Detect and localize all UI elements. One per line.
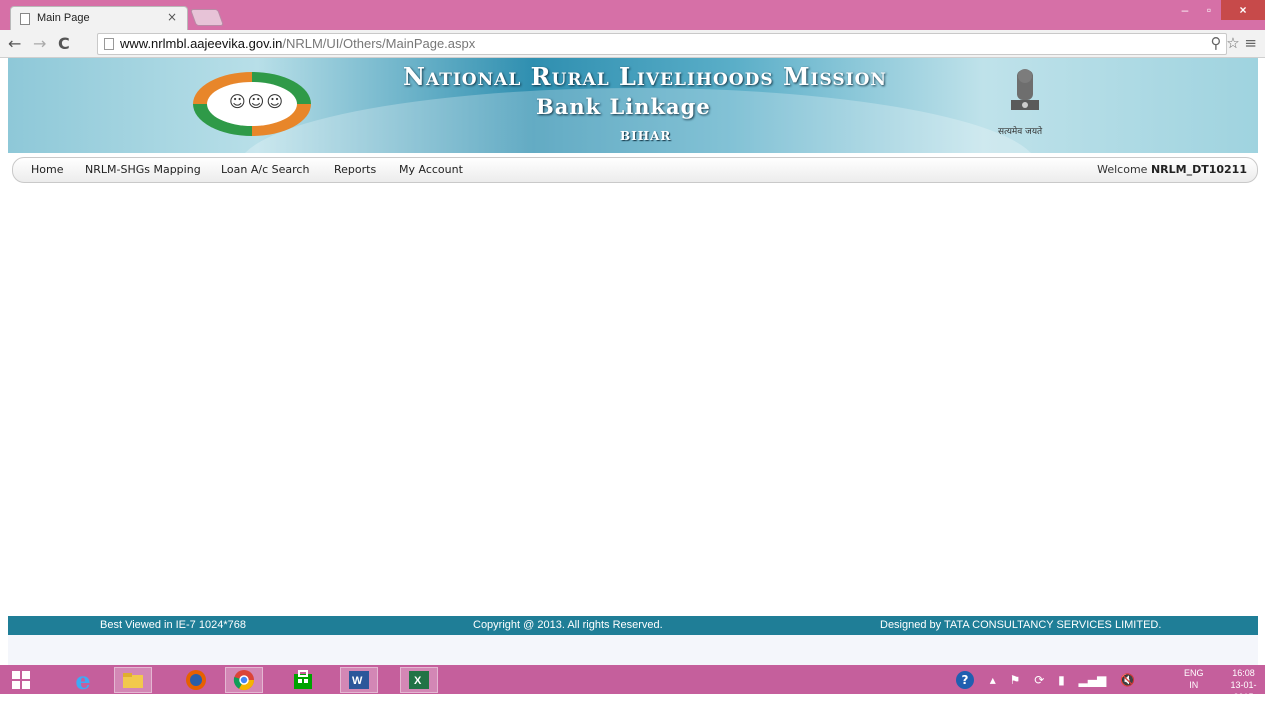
page-icon bbox=[20, 13, 30, 25]
system-tray: ? ▴ ⚑ ⟳ ▮ ▂▄▆ 🔇 bbox=[955, 671, 1135, 689]
browser-menu-icons[interactable]: ⚲ ☆ ≡ bbox=[1210, 34, 1257, 52]
address-text: www.nrlmbl.aajeevika.gov.in/NRLM/UI/Othe… bbox=[120, 36, 475, 51]
banner-subtitle: Bank Linkage bbox=[536, 94, 711, 119]
input-language[interactable]: ENG IN bbox=[1184, 667, 1204, 691]
windows-taskbar: e W X ? ▴ ⚑ ⟳ ▮ ▂▄▆ 🔇 ENG IN 16:08 13-01… bbox=[0, 665, 1265, 702]
clock-date: 13-01-2015 bbox=[1230, 680, 1257, 702]
address-path: /NRLM/UI/Others/MainPage.aspx bbox=[282, 36, 476, 51]
back-icon[interactable]: ← bbox=[8, 34, 21, 53]
footer-designer: Designed by TATA CONSULTANCY SERVICES LI… bbox=[880, 619, 1162, 631]
page-icon bbox=[104, 38, 114, 50]
banner-state: BIHAR bbox=[620, 129, 672, 143]
reload-icon[interactable]: C bbox=[58, 34, 70, 53]
maximize-button[interactable]: ▫ bbox=[1197, 0, 1221, 20]
signal-icon[interactable]: ▂▄▆ bbox=[1079, 673, 1107, 687]
show-hidden-icons-icon[interactable]: ▴ bbox=[990, 673, 996, 687]
welcome-label: Welcome bbox=[1097, 163, 1148, 176]
sync-icon[interactable]: ⟳ bbox=[1034, 673, 1044, 687]
logo-figures-icon: ☺☺☺ bbox=[229, 92, 286, 111]
national-emblem-icon bbox=[1011, 69, 1039, 110]
windows-start-icon[interactable] bbox=[2, 667, 40, 693]
footer-browser-note: Best Viewed in IE-7 1024*768 bbox=[100, 619, 246, 631]
new-tab-button[interactable] bbox=[189, 9, 225, 26]
action-center-flag-icon[interactable]: ⚑ bbox=[1010, 673, 1021, 687]
welcome-text: Welcome NRLM_DT10211 bbox=[1097, 163, 1247, 176]
svg-text:X: X bbox=[414, 675, 422, 687]
menu-nrlm-shgs-mapping[interactable]: NRLM-SHGs Mapping bbox=[85, 163, 201, 176]
help-icon[interactable]: ? bbox=[955, 671, 974, 689]
excel-icon[interactable]: X bbox=[400, 667, 438, 693]
internet-explorer-icon[interactable]: e bbox=[64, 666, 102, 695]
main-menu: Home NRLM-SHGs Mapping Loan A/c Search R… bbox=[12, 157, 1258, 183]
window-controls: – ▫ × bbox=[1173, 0, 1265, 22]
menu-loan-search[interactable]: Loan A/c Search bbox=[221, 163, 309, 176]
volume-muted-icon[interactable]: 🔇 bbox=[1120, 673, 1135, 687]
page-bottom-area bbox=[8, 635, 1258, 665]
menu-reports[interactable]: Reports bbox=[334, 163, 376, 176]
tab-title: Main Page bbox=[37, 12, 90, 24]
network-icon[interactable]: ▮ bbox=[1058, 673, 1065, 687]
forward-icon[interactable]: → bbox=[33, 34, 46, 53]
welcome-user: NRLM_DT10211 bbox=[1150, 163, 1247, 176]
address-host: www.nrlmbl.aajeevika.gov.in bbox=[120, 36, 283, 51]
page-footer: Best Viewed in IE-7 1024*768 Copyright @… bbox=[8, 616, 1258, 635]
lang-region: IN bbox=[1189, 680, 1199, 690]
taskbar-clock[interactable]: 16:08 13-01-2015 bbox=[1222, 667, 1265, 703]
clock-time: 16:08 bbox=[1232, 668, 1255, 678]
browser-titlebar: Main Page × – ▫ × bbox=[0, 0, 1265, 32]
site-banner: ☺☺☺ National Rural Livelihoods Mission B… bbox=[8, 58, 1258, 153]
close-window-button[interactable]: × bbox=[1221, 0, 1265, 20]
browser-toolbar: ← → C www.nrlmbl.aajeevika.gov.in/NRLM/U… bbox=[0, 30, 1265, 58]
address-bar[interactable]: www.nrlmbl.aajeevika.gov.in/NRLM/UI/Othe… bbox=[97, 33, 1227, 55]
file-explorer-icon[interactable] bbox=[114, 667, 152, 693]
menu-home[interactable]: Home bbox=[31, 163, 63, 176]
minimize-button[interactable]: – bbox=[1173, 0, 1197, 20]
browser-tab[interactable]: Main Page × bbox=[10, 6, 188, 32]
footer-copyright: Copyright @ 2013. All rights Reserved. bbox=[473, 619, 663, 631]
store-icon[interactable] bbox=[284, 667, 322, 693]
svg-text:W: W bbox=[352, 675, 363, 687]
word-icon[interactable]: W bbox=[340, 667, 378, 693]
firefox-icon[interactable] bbox=[177, 667, 215, 693]
tab-close-icon[interactable]: × bbox=[167, 10, 177, 24]
chrome-icon[interactable] bbox=[225, 667, 263, 693]
aajeevika-logo: ☺☺☺ bbox=[193, 72, 311, 136]
lang-code: ENG bbox=[1184, 668, 1204, 678]
banner-title: National Rural Livelihoods Mission bbox=[403, 62, 887, 91]
menu-my-account[interactable]: My Account bbox=[399, 163, 463, 176]
emblem-caption: सत्यमेव जयते bbox=[998, 127, 1043, 137]
